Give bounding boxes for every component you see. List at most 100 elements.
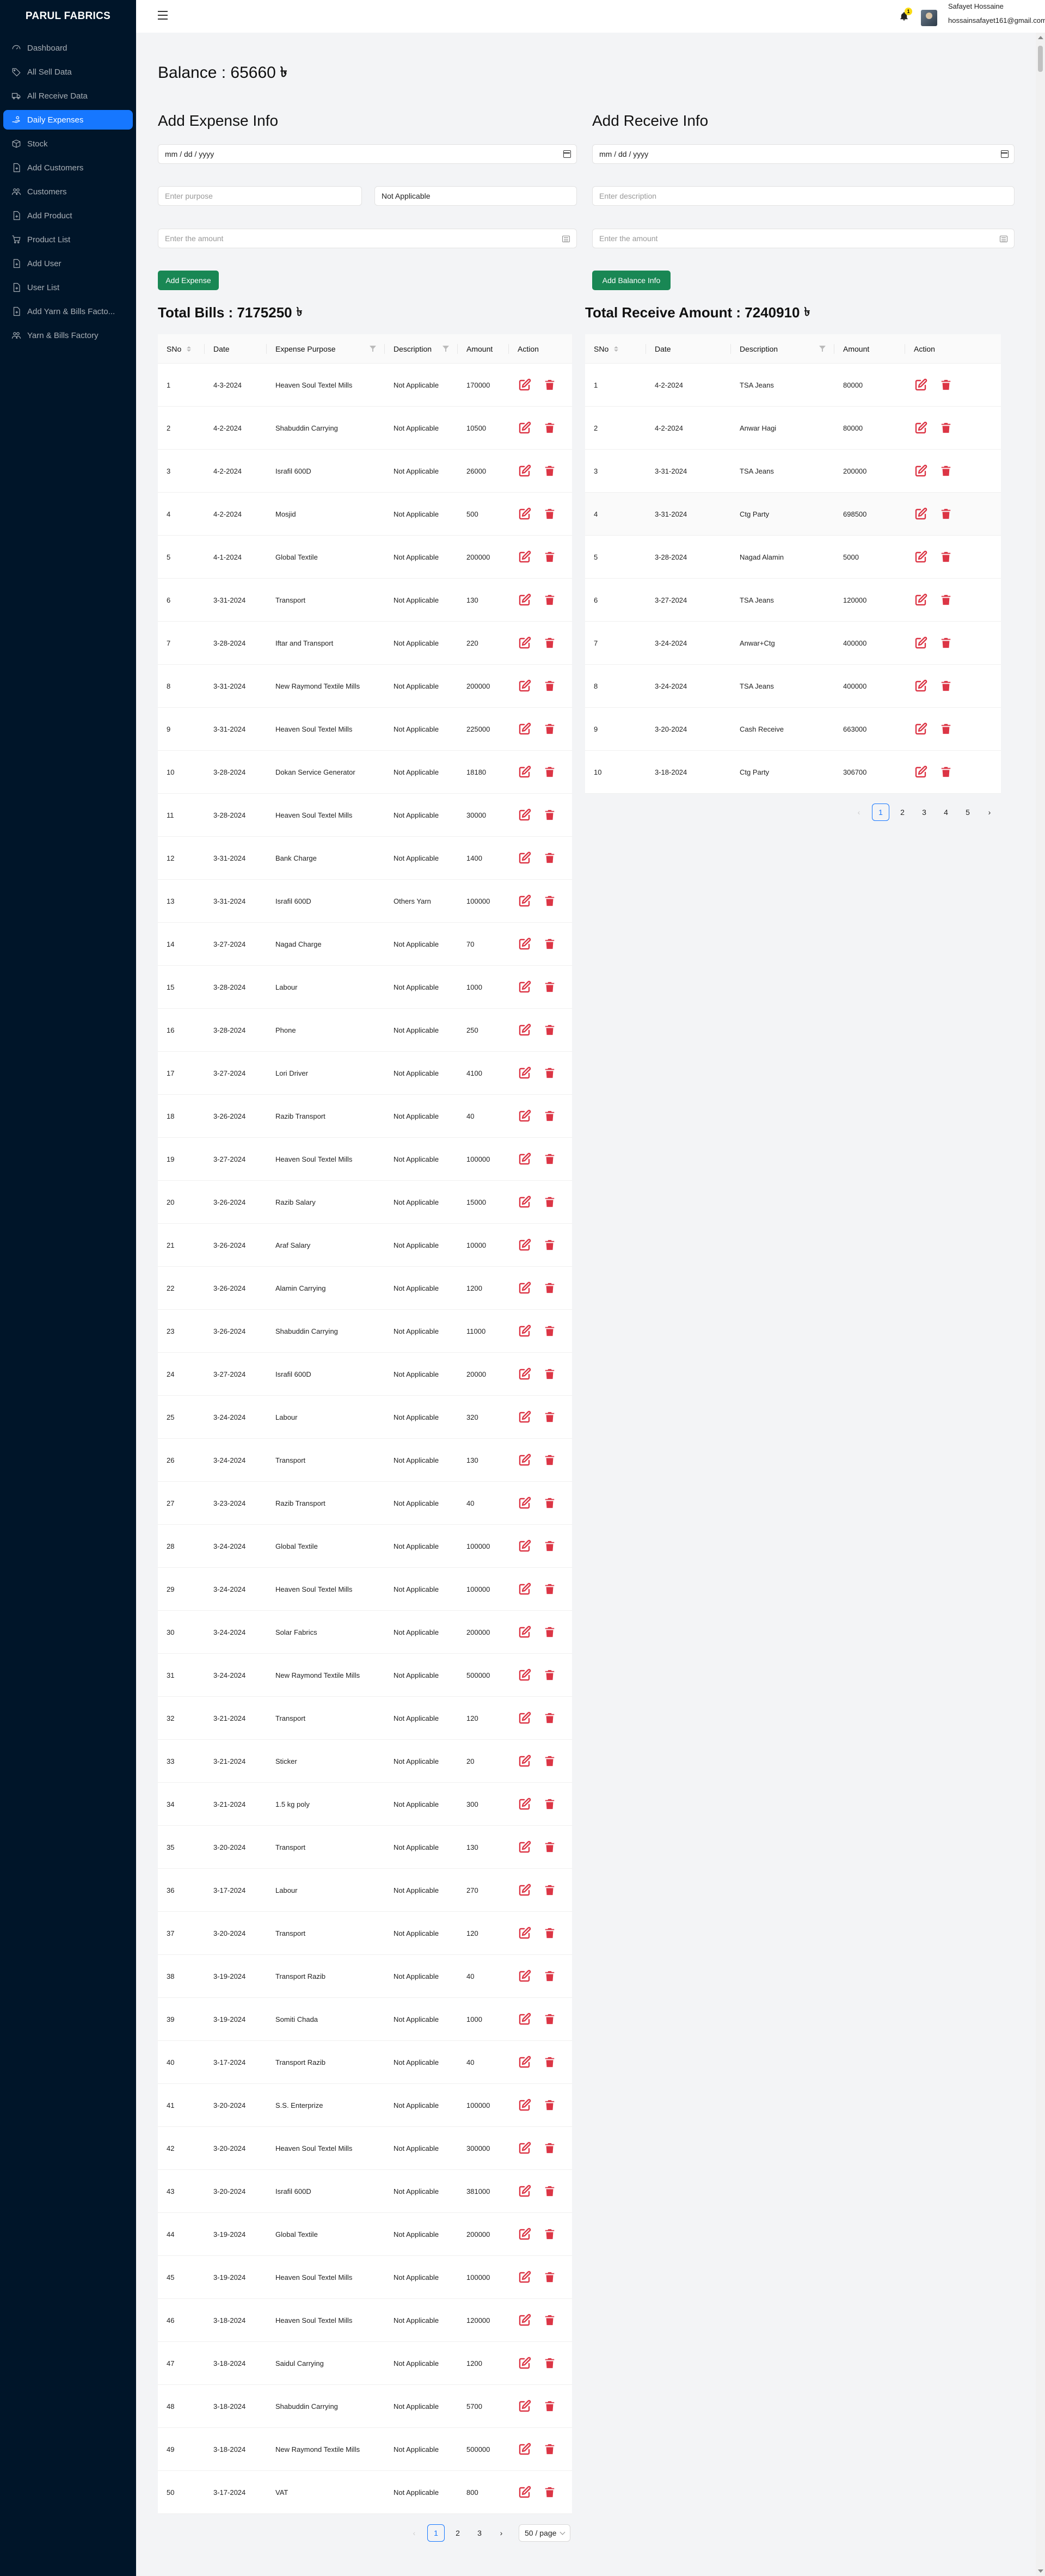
edit-icon[interactable]	[914, 378, 928, 392]
edit-icon[interactable]	[518, 1367, 532, 1381]
delete-icon[interactable]	[939, 722, 953, 736]
delete-icon[interactable]	[543, 1711, 557, 1725]
edit-icon[interactable]	[518, 2055, 532, 2069]
edit-icon[interactable]	[518, 2313, 532, 2327]
delete-icon[interactable]	[543, 1367, 557, 1381]
edit-icon[interactable]	[914, 636, 928, 650]
delete-icon[interactable]	[543, 1926, 557, 1940]
edit-icon[interactable]	[518, 937, 532, 951]
sidebar-item-add-user[interactable]: Add User	[3, 254, 133, 273]
sidebar-item-add-product[interactable]: Add Product	[3, 206, 133, 225]
delete-icon[interactable]	[939, 378, 953, 392]
edit-icon[interactable]	[518, 507, 532, 521]
menu-toggle-icon[interactable]	[158, 11, 168, 20]
delete-icon[interactable]	[543, 507, 557, 521]
delete-icon[interactable]	[543, 894, 557, 908]
column-header[interactable]: Description	[385, 334, 458, 364]
delete-icon[interactable]	[939, 464, 953, 478]
edit-icon[interactable]	[518, 1969, 532, 1983]
delete-icon[interactable]	[543, 1969, 557, 1983]
edit-icon[interactable]	[518, 464, 532, 478]
prev-page-icon[interactable]: ‹	[850, 804, 868, 821]
edit-icon[interactable]	[518, 1324, 532, 1338]
sidebar-item-customers[interactable]: Customers	[3, 182, 133, 201]
sort-icon[interactable]	[614, 346, 619, 352]
edit-icon[interactable]	[518, 1496, 532, 1510]
add-balance-info-button[interactable]: Add Balance Info	[592, 271, 671, 290]
delete-icon[interactable]	[543, 980, 557, 994]
edit-icon[interactable]	[518, 1195, 532, 1209]
edit-icon[interactable]	[518, 1281, 532, 1295]
delete-icon[interactable]	[543, 1281, 557, 1295]
sidebar-item-add-yarn-bills-facto[interactable]: Add Yarn & Bills Facto...	[3, 302, 133, 321]
delete-icon[interactable]	[939, 507, 953, 521]
edit-icon[interactable]	[914, 464, 928, 478]
edit-icon[interactable]	[914, 593, 928, 607]
avatar[interactable]	[921, 10, 937, 26]
receive-amount-input[interactable]: Enter the amount	[592, 229, 1015, 248]
edit-icon[interactable]	[518, 2012, 532, 2026]
column-header[interactable]: Expense Purpose	[267, 334, 385, 364]
expense-amount-input[interactable]: Enter the amount	[158, 229, 577, 248]
delete-icon[interactable]	[939, 679, 953, 693]
add-expense-button[interactable]: Add Expense	[158, 271, 219, 290]
notification-bell-icon[interactable]: 1	[899, 8, 912, 23]
delete-icon[interactable]	[543, 2356, 557, 2370]
column-header[interactable]: SNo	[158, 334, 205, 364]
delete-icon[interactable]	[543, 2270, 557, 2284]
edit-icon[interactable]	[518, 1754, 532, 1768]
edit-icon[interactable]	[914, 507, 928, 521]
delete-icon[interactable]	[543, 1109, 557, 1123]
delete-icon[interactable]	[939, 421, 953, 435]
page-size-select[interactable]: 50 / page	[519, 2524, 571, 2542]
edit-icon[interactable]	[518, 2227, 532, 2241]
delete-icon[interactable]	[939, 550, 953, 564]
edit-icon[interactable]	[518, 1238, 532, 1252]
delete-icon[interactable]	[543, 1453, 557, 1467]
filter-icon[interactable]	[370, 345, 376, 352]
sidebar-item-all-receive-data[interactable]: All Receive Data	[3, 86, 133, 106]
sort-icon[interactable]	[187, 346, 192, 352]
sidebar-item-user-list[interactable]: User List	[3, 278, 133, 297]
prev-page-icon[interactable]: ‹	[405, 2524, 423, 2542]
delete-icon[interactable]	[543, 550, 557, 564]
edit-icon[interactable]	[518, 636, 532, 650]
delete-icon[interactable]	[543, 2184, 557, 2198]
edit-icon[interactable]	[518, 378, 532, 392]
edit-icon[interactable]	[914, 765, 928, 779]
edit-icon[interactable]	[518, 2270, 532, 2284]
expense-purpose-input[interactable]: Enter purpose	[158, 186, 362, 206]
delete-icon[interactable]	[543, 1066, 557, 1080]
delete-icon[interactable]	[543, 1152, 557, 1166]
delete-icon[interactable]	[543, 1582, 557, 1596]
delete-icon[interactable]	[543, 2141, 557, 2155]
edit-icon[interactable]	[518, 421, 532, 435]
page-number[interactable]: 2	[449, 2524, 466, 2542]
edit-icon[interactable]	[518, 1840, 532, 1854]
edit-icon[interactable]	[518, 1582, 532, 1596]
delete-icon[interactable]	[543, 1324, 557, 1338]
edit-icon[interactable]	[518, 1926, 532, 1940]
edit-icon[interactable]	[518, 1625, 532, 1639]
scroll-thumb[interactable]	[1038, 46, 1043, 72]
scroll-down-icon[interactable]	[1038, 2569, 1043, 2573]
delete-icon[interactable]	[543, 722, 557, 736]
edit-icon[interactable]	[518, 593, 532, 607]
receive-description-input[interactable]: Enter description	[592, 186, 1015, 206]
edit-icon[interactable]	[518, 2184, 532, 2198]
edit-icon[interactable]	[518, 1797, 532, 1811]
delete-icon[interactable]	[543, 937, 557, 951]
calendar-icon[interactable]	[563, 150, 571, 158]
page-number[interactable]: 1	[427, 2524, 445, 2542]
edit-icon[interactable]	[518, 550, 532, 564]
page-number[interactable]: 3	[471, 2524, 488, 2542]
edit-icon[interactable]	[518, 2399, 532, 2413]
filter-icon[interactable]	[442, 345, 449, 352]
calendar-icon[interactable]	[1001, 150, 1009, 158]
delete-icon[interactable]	[543, 464, 557, 478]
delete-icon[interactable]	[543, 1797, 557, 1811]
next-page-icon[interactable]: ›	[981, 804, 998, 821]
edit-icon[interactable]	[518, 1152, 532, 1166]
column-header[interactable]: SNo	[585, 334, 646, 364]
edit-icon[interactable]	[518, 1109, 532, 1123]
